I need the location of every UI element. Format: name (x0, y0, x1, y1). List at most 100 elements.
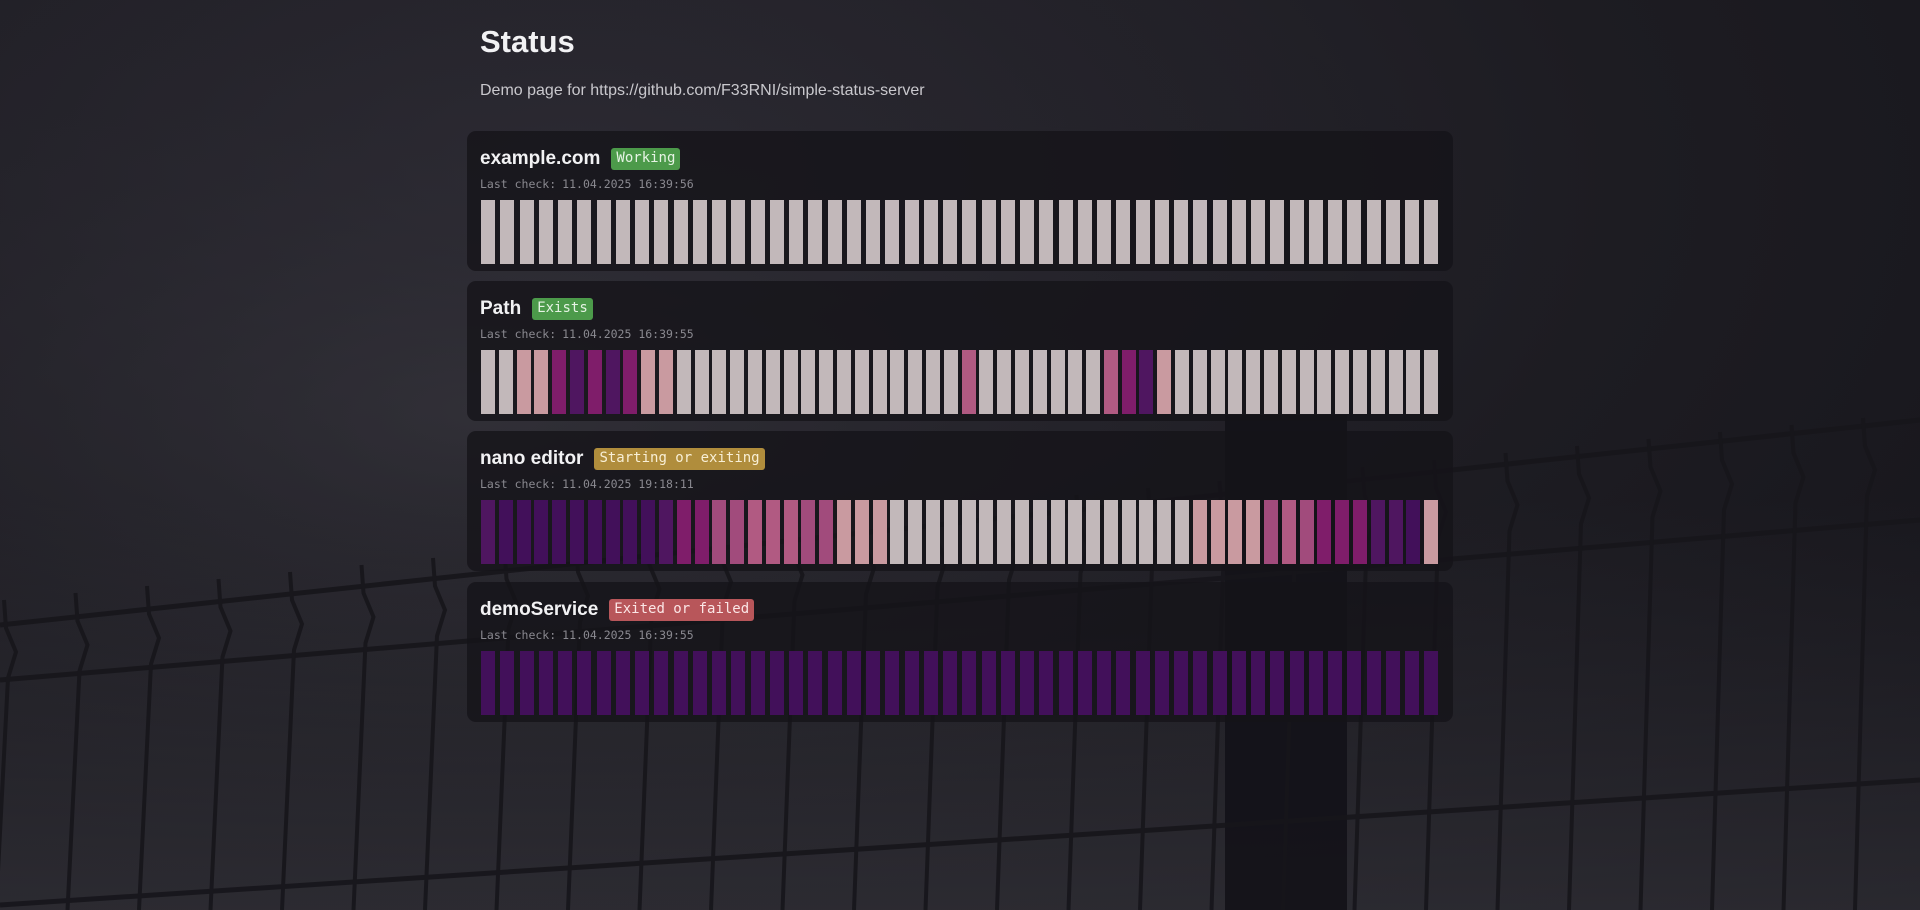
history-bar (1424, 651, 1439, 715)
history-bar (1014, 350, 1029, 414)
last-check: Last check: 11.04.2025 19:18:11 (480, 477, 694, 491)
history-bar (1174, 651, 1188, 715)
history-bar (783, 500, 798, 564)
history-bar (1039, 200, 1054, 264)
history-bar (1405, 200, 1419, 264)
history-bar (979, 500, 994, 564)
history-bar (1103, 350, 1118, 414)
history-bar (498, 500, 513, 564)
history-bar (1353, 500, 1368, 564)
history-bar (1077, 651, 1092, 715)
history-bar (885, 200, 900, 264)
history-bar (1193, 200, 1208, 264)
history-bar (1385, 651, 1400, 715)
history-bar (615, 200, 630, 264)
history-bar (1068, 500, 1083, 564)
history-bar (904, 651, 919, 715)
history-bar (1228, 500, 1243, 564)
history-bar (694, 500, 709, 564)
history-bar (1039, 651, 1054, 715)
history-bar (1406, 500, 1421, 564)
history-bar (1385, 200, 1400, 264)
history-bar (962, 651, 977, 715)
last-check: Last check: 11.04.2025 16:39:56 (480, 177, 694, 191)
history-bar (1251, 651, 1265, 715)
page-subtitle: Demo page for https://github.com/F33RNI/… (480, 82, 925, 100)
history-bar (769, 651, 784, 715)
history-bar (1328, 651, 1342, 715)
history-bar (712, 651, 726, 715)
history-bar (943, 500, 958, 564)
history-bar (923, 200, 938, 264)
history-bar (1317, 350, 1332, 414)
history-bar (577, 200, 592, 264)
history-bar (923, 651, 938, 715)
history-bar (1308, 651, 1323, 715)
history-bar (904, 200, 919, 264)
history-bar (1231, 651, 1246, 715)
history-bar (1000, 200, 1015, 264)
history-bar (1050, 500, 1065, 564)
history-bar (1251, 200, 1265, 264)
history-bar (854, 350, 869, 414)
history-bar (712, 200, 726, 264)
repo-link[interactable]: https://github.com/F33RNI/simple-status-… (590, 82, 924, 99)
history-bar (854, 500, 869, 564)
history-bar (836, 500, 851, 564)
history-bar (890, 350, 905, 414)
history-bar (1193, 651, 1208, 715)
history-bar (596, 200, 611, 264)
subtitle-text: Demo page for (480, 82, 591, 99)
history-bar (1058, 200, 1073, 264)
history-bar (1020, 200, 1034, 264)
history-bar (1388, 500, 1403, 564)
history-bar (1246, 500, 1261, 564)
history-bar (1135, 651, 1150, 715)
history-bar (819, 350, 834, 414)
service-card-nano-editor: nano editor Starting or exiting Last che… (467, 431, 1453, 571)
service-name: demoService (480, 599, 599, 620)
history-bar (534, 500, 549, 564)
history-bar (1281, 350, 1296, 414)
history-bar (1317, 500, 1332, 564)
history-bar (962, 200, 977, 264)
history-bar (789, 651, 803, 715)
history-bar (1116, 651, 1131, 715)
history-bar (481, 500, 495, 564)
history-bar (558, 651, 572, 715)
history-bar (750, 200, 765, 264)
history-bar (1328, 200, 1342, 264)
last-check-time: 11.04.2025 19:18:11 (562, 477, 694, 491)
history-bar (1116, 200, 1131, 264)
history-bar (635, 651, 649, 715)
history-bar (819, 500, 834, 564)
history-bar (676, 500, 691, 564)
service-card-demoservice: demoService Exited or failed Last check:… (467, 582, 1453, 722)
history-bars (481, 500, 1439, 564)
service-card-example-com: example.com Working Last check: 11.04.202… (467, 131, 1453, 271)
history-bar (1121, 500, 1136, 564)
history-bar (1175, 350, 1190, 414)
history-bar (481, 350, 495, 414)
history-bar (1154, 200, 1169, 264)
history-bar (1068, 350, 1083, 414)
history-bar (783, 350, 798, 414)
history-bar (1175, 500, 1190, 564)
history-bar (587, 500, 602, 564)
history-bar (908, 350, 923, 414)
history-bar (731, 651, 746, 715)
history-bar (569, 500, 584, 564)
history-bar (943, 651, 957, 715)
page-title: Status (480, 24, 575, 59)
history-bar (552, 350, 567, 414)
history-bar (673, 200, 688, 264)
history-bar (827, 651, 842, 715)
history-bar (481, 200, 495, 264)
history-bar (623, 500, 638, 564)
history-bar (1058, 651, 1073, 715)
history-bar (801, 500, 816, 564)
history-bar (1264, 350, 1279, 414)
history-bar (635, 200, 649, 264)
history-bar (552, 500, 567, 564)
status-badge: Exited or failed (609, 599, 755, 621)
